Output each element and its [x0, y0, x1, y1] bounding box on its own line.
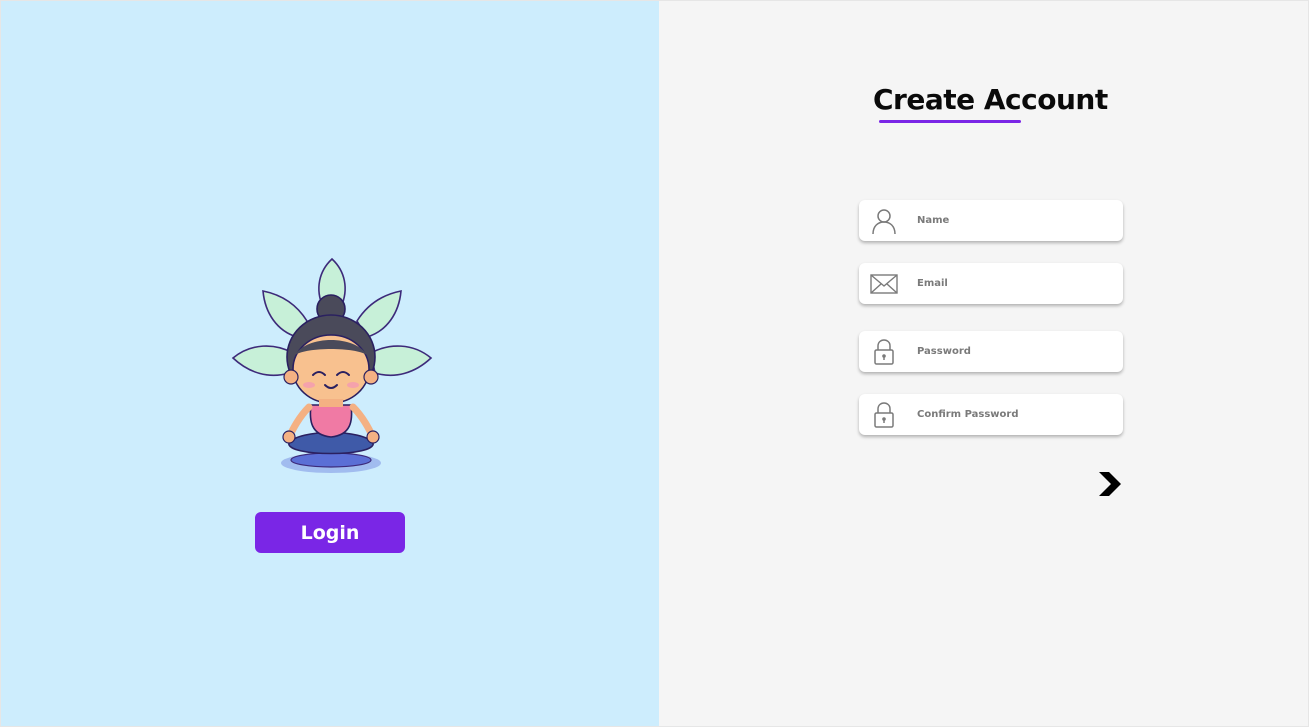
meditation-illustration — [231, 257, 433, 473]
email-field[interactable] — [859, 263, 1123, 304]
login-button[interactable]: Login — [255, 512, 405, 553]
signup-screen: Login Create Account — [1, 1, 1308, 726]
user-icon — [859, 200, 909, 241]
right-panel: Create Account — [659, 1, 1308, 726]
name-input[interactable] — [909, 205, 1099, 236]
chevron-right-icon[interactable] — [1097, 470, 1123, 498]
password-input[interactable] — [909, 336, 1099, 367]
page-title: Create Account — [873, 83, 1108, 116]
title-underline — [879, 120, 1021, 123]
confirm-password-field[interactable] — [859, 394, 1123, 435]
mail-icon — [859, 263, 909, 304]
password-field[interactable] — [859, 331, 1123, 372]
lock-icon — [859, 394, 909, 435]
name-field[interactable] — [859, 200, 1123, 241]
email-input[interactable] — [909, 268, 1099, 299]
lock-icon — [859, 331, 909, 372]
confirm-password-input[interactable] — [909, 399, 1099, 430]
left-panel: Login — [1, 1, 659, 726]
